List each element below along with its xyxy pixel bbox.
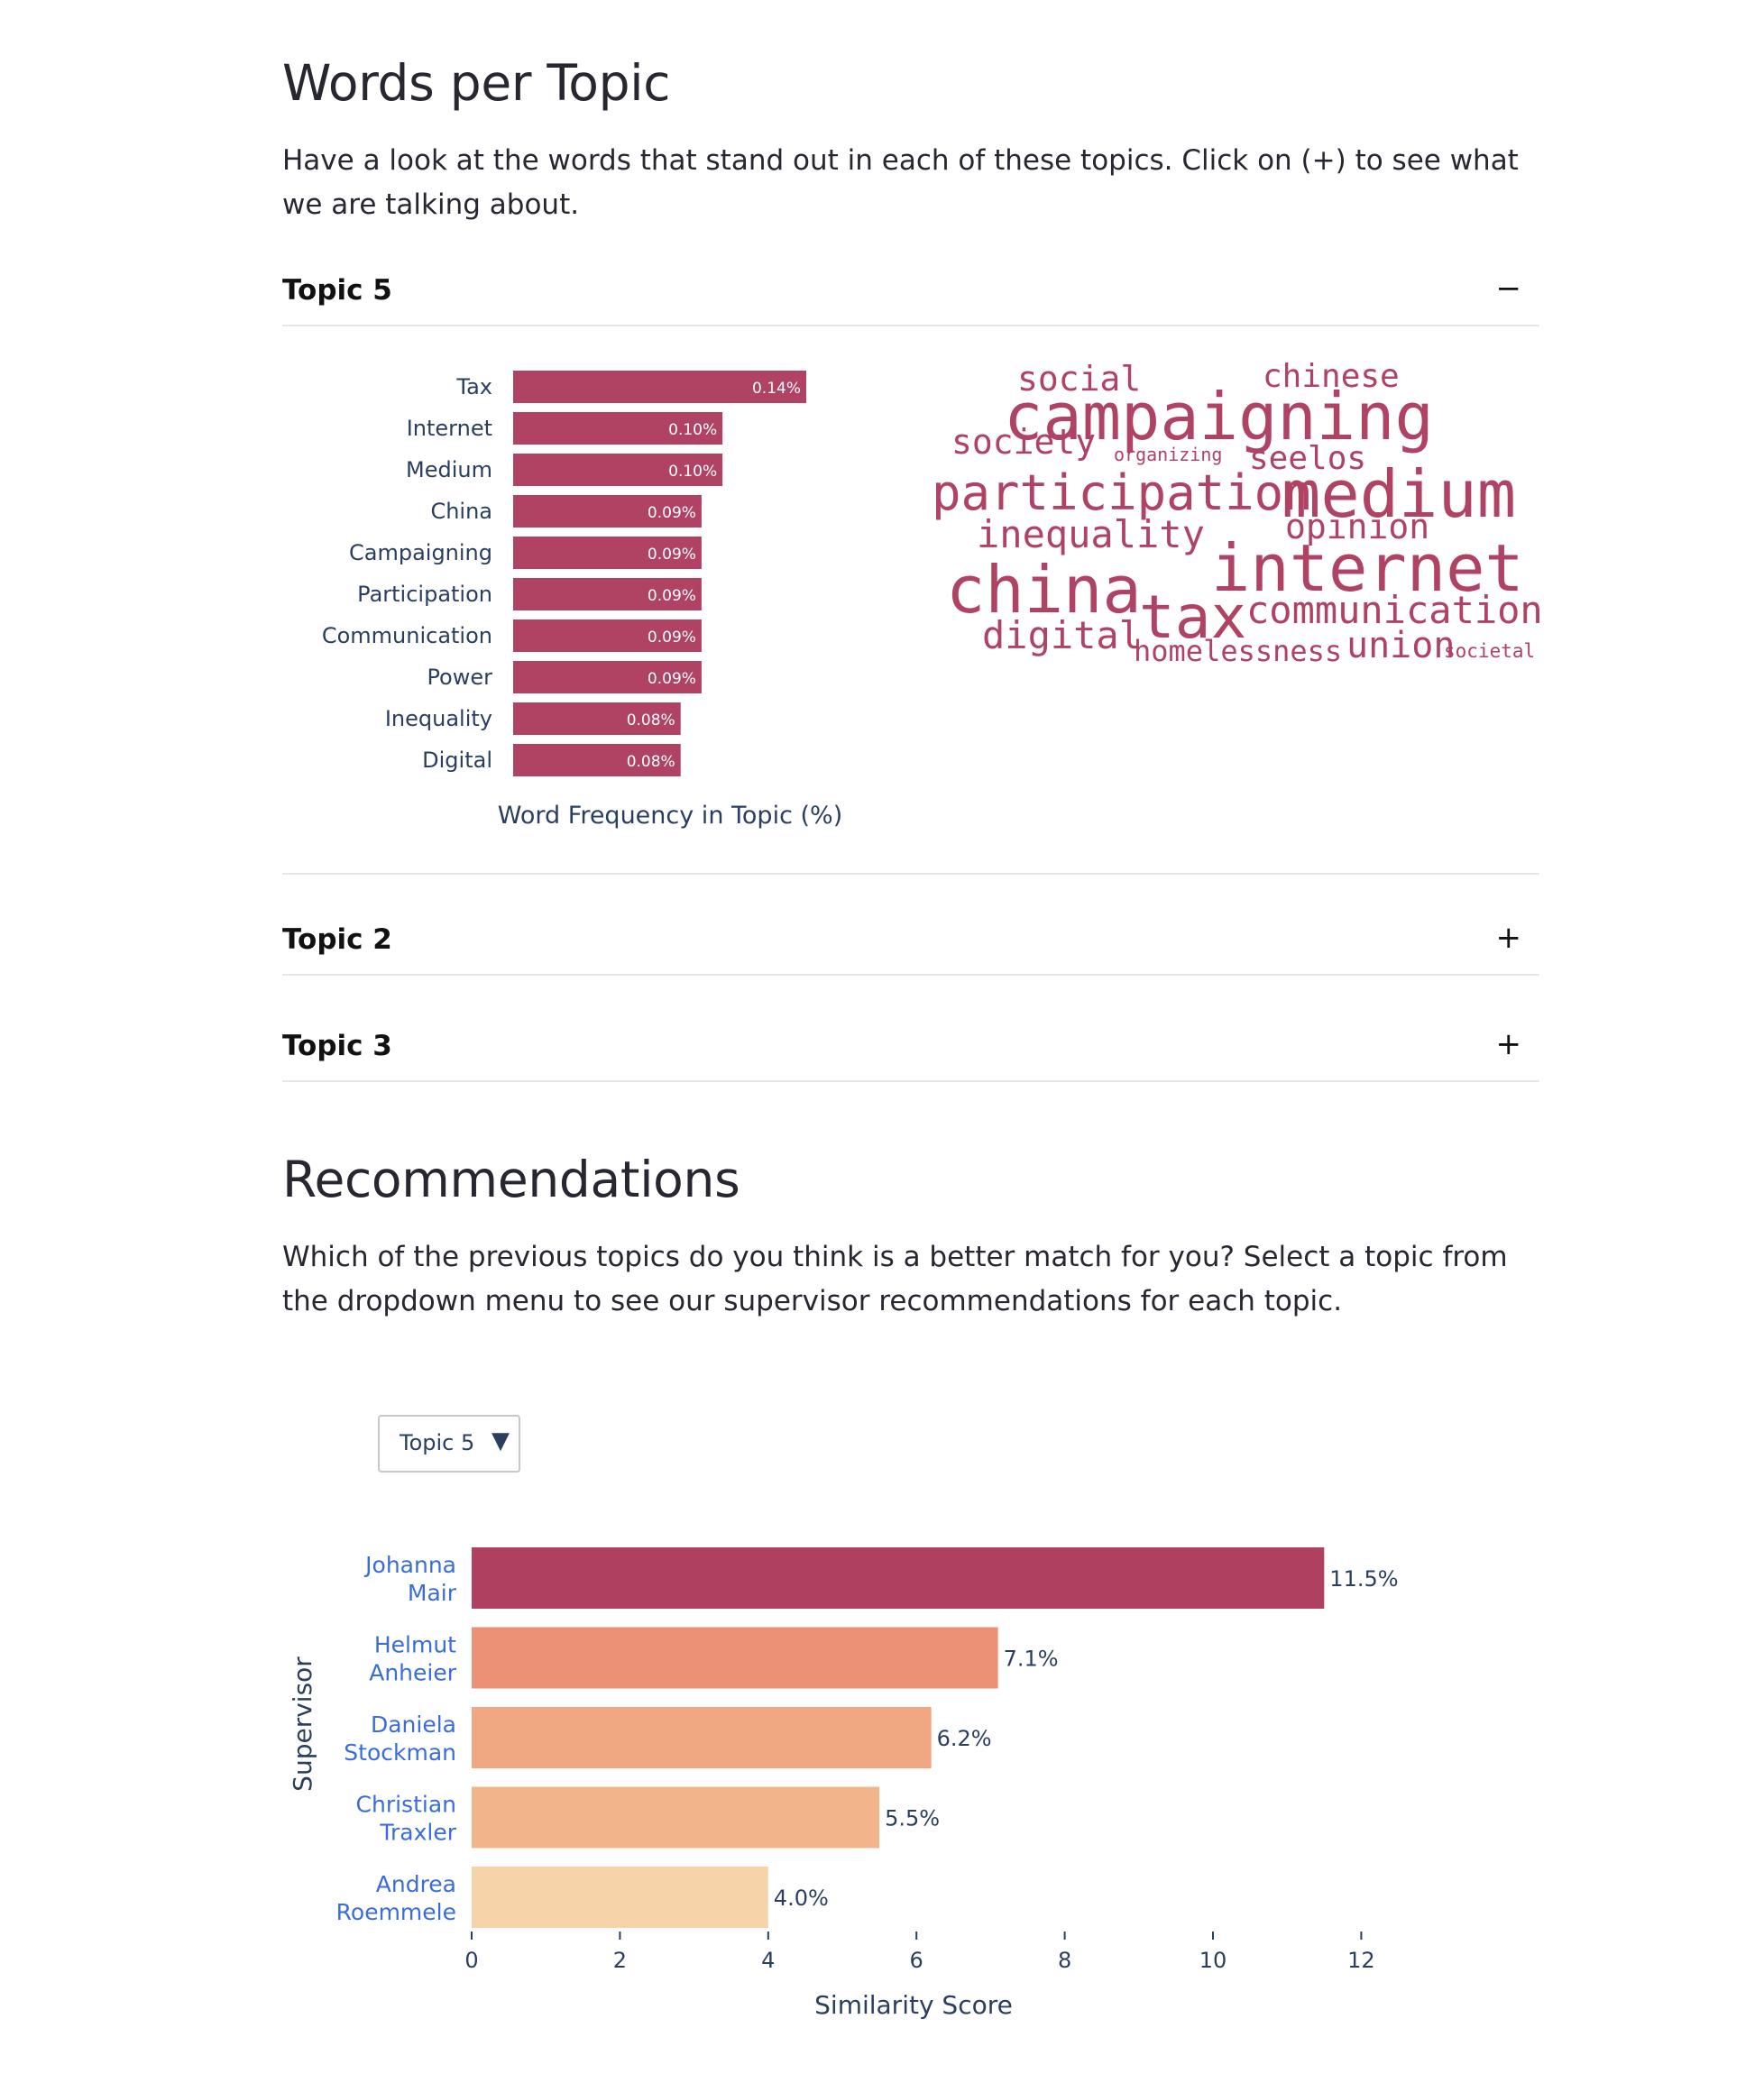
frequency-value-label: 0.08% <box>627 711 675 730</box>
topic-3-expander-header[interactable]: Topic 3 + <box>282 1026 1539 1082</box>
supervisor-name-label[interactable]: Christian <box>356 1792 456 1818</box>
word-union: union <box>1346 625 1455 666</box>
words-per-topic-intro: Have a look at the words that stand out … <box>282 144 1519 221</box>
chevron-down-icon: ▼ <box>492 1427 510 1454</box>
supervisor-name-label[interactable]: Roemmele <box>336 1899 456 1925</box>
frequency-category-label: Communication <box>322 623 492 648</box>
frequency-category-label: Inequality <box>385 706 492 731</box>
frequency-x-axis-title: Word Frequency in Topic (%) <box>498 802 842 830</box>
word-homelessness: homelessness <box>1134 634 1342 668</box>
frequency-value-label: 0.09% <box>648 504 696 522</box>
frequency-category-label: Participation <box>357 582 492 607</box>
topic-select-dropdown[interactable]: Topic 5 ▼ <box>378 1415 520 1473</box>
topic-5-expander-label: Topic 5 <box>282 274 392 307</box>
topic-2-expander-header[interactable]: Topic 2 + <box>282 920 1539 976</box>
similarity-value-label: 11.5% <box>1329 1566 1398 1592</box>
supervisor-name-label[interactable]: Stockman <box>344 1739 456 1766</box>
frequency-category-label: Internet <box>407 416 492 441</box>
frequency-value-label: 0.09% <box>648 546 696 564</box>
word-organizing: organizing <box>1114 444 1222 465</box>
x-axis-tick-label: 0 <box>464 1948 478 1973</box>
recommendations-intro: Which of the previous topics do you thin… <box>282 1241 1508 1317</box>
similarity-bar <box>472 1707 932 1768</box>
word-societal: societal <box>1444 640 1535 662</box>
frequency-category-label: Digital <box>422 748 492 773</box>
similarity-value-label: 4.0% <box>774 1886 829 1911</box>
supervisor-name-label[interactable]: Helmut <box>374 1632 456 1658</box>
frequency-value-label: 0.10% <box>668 463 717 481</box>
frequency-category-label: Power <box>427 665 492 690</box>
word-digital: digital <box>982 613 1142 657</box>
supervisor-y-axis-title: Supervisor <box>288 1656 317 1792</box>
x-axis-tick-label: 4 <box>761 1948 775 1973</box>
frequency-category-label: Medium <box>406 457 492 482</box>
similarity-value-label: 6.2% <box>937 1726 992 1751</box>
x-axis-tick-label: 8 <box>1058 1948 1071 1973</box>
expand-icon[interactable]: + <box>1496 1026 1522 1062</box>
frequency-value-label: 0.08% <box>627 753 675 771</box>
expand-icon[interactable]: + <box>1496 920 1522 956</box>
topic-2-expander-label: Topic 2 <box>282 923 392 956</box>
similarity-bar <box>472 1867 768 1928</box>
topic-5-expander-header[interactable]: Topic 5 − <box>282 271 1539 326</box>
word-cloud: social chinese campaigning society organ… <box>932 358 1543 668</box>
frequency-value-label: 0.09% <box>648 587 696 605</box>
frequency-category-label: Tax <box>455 374 492 399</box>
frequency-value-label: 0.09% <box>648 670 696 688</box>
frequency-value-label: 0.09% <box>648 629 696 647</box>
frequency-category-label: China <box>430 499 492 524</box>
supervisor-name-label[interactable]: Daniela <box>371 1711 456 1738</box>
word-society: society <box>951 422 1096 462</box>
x-axis-tick-label: 10 <box>1199 1948 1227 1973</box>
similarity-bar <box>472 1786 880 1849</box>
supervisor-similarity-chart: JohannaMair 11.5% HelmutAnheier 7.1% Daniela… <box>288 1547 1399 2020</box>
x-axis-tick-label: 2 <box>613 1948 627 1973</box>
similarity-x-axis-title: Similarity Score <box>814 1990 1013 2020</box>
collapse-icon[interactable]: − <box>1496 271 1522 307</box>
frequency-value-label: 0.14% <box>752 380 801 398</box>
word-frequency-chart: Tax 0.14% Internet 0.10% Medium 0.10% China 0.0… <box>322 371 842 830</box>
supervisor-name-label[interactable]: Traxler <box>379 1820 456 1846</box>
x-axis-tick-label: 12 <box>1347 1948 1375 1973</box>
topic-select-value: Topic 5 <box>400 1430 475 1455</box>
topic-3-expander-label: Topic 3 <box>282 1030 392 1062</box>
frequency-category-label: Campaigning <box>349 540 492 565</box>
supervisor-name-label[interactable]: Johanna <box>363 1552 456 1578</box>
word-inequality: inequality <box>977 512 1205 556</box>
similarity-bar <box>472 1547 1325 1609</box>
similarity-bar <box>472 1627 998 1689</box>
x-axis-tick-label: 6 <box>910 1948 923 1973</box>
frequency-value-label: 0.10% <box>668 421 717 439</box>
recommendations-title: Recommendations <box>282 1151 740 1208</box>
topic-5-expander-bottom <box>282 873 1539 875</box>
supervisor-name-label[interactable]: Andrea <box>376 1871 456 1897</box>
words-per-topic-title: Words per Topic <box>282 54 671 112</box>
similarity-value-label: 7.1% <box>1004 1647 1059 1672</box>
similarity-value-label: 5.5% <box>885 1806 940 1831</box>
supervisor-name-label[interactable]: Mair <box>408 1580 457 1606</box>
supervisor-name-label[interactable]: Anheier <box>369 1660 456 1686</box>
